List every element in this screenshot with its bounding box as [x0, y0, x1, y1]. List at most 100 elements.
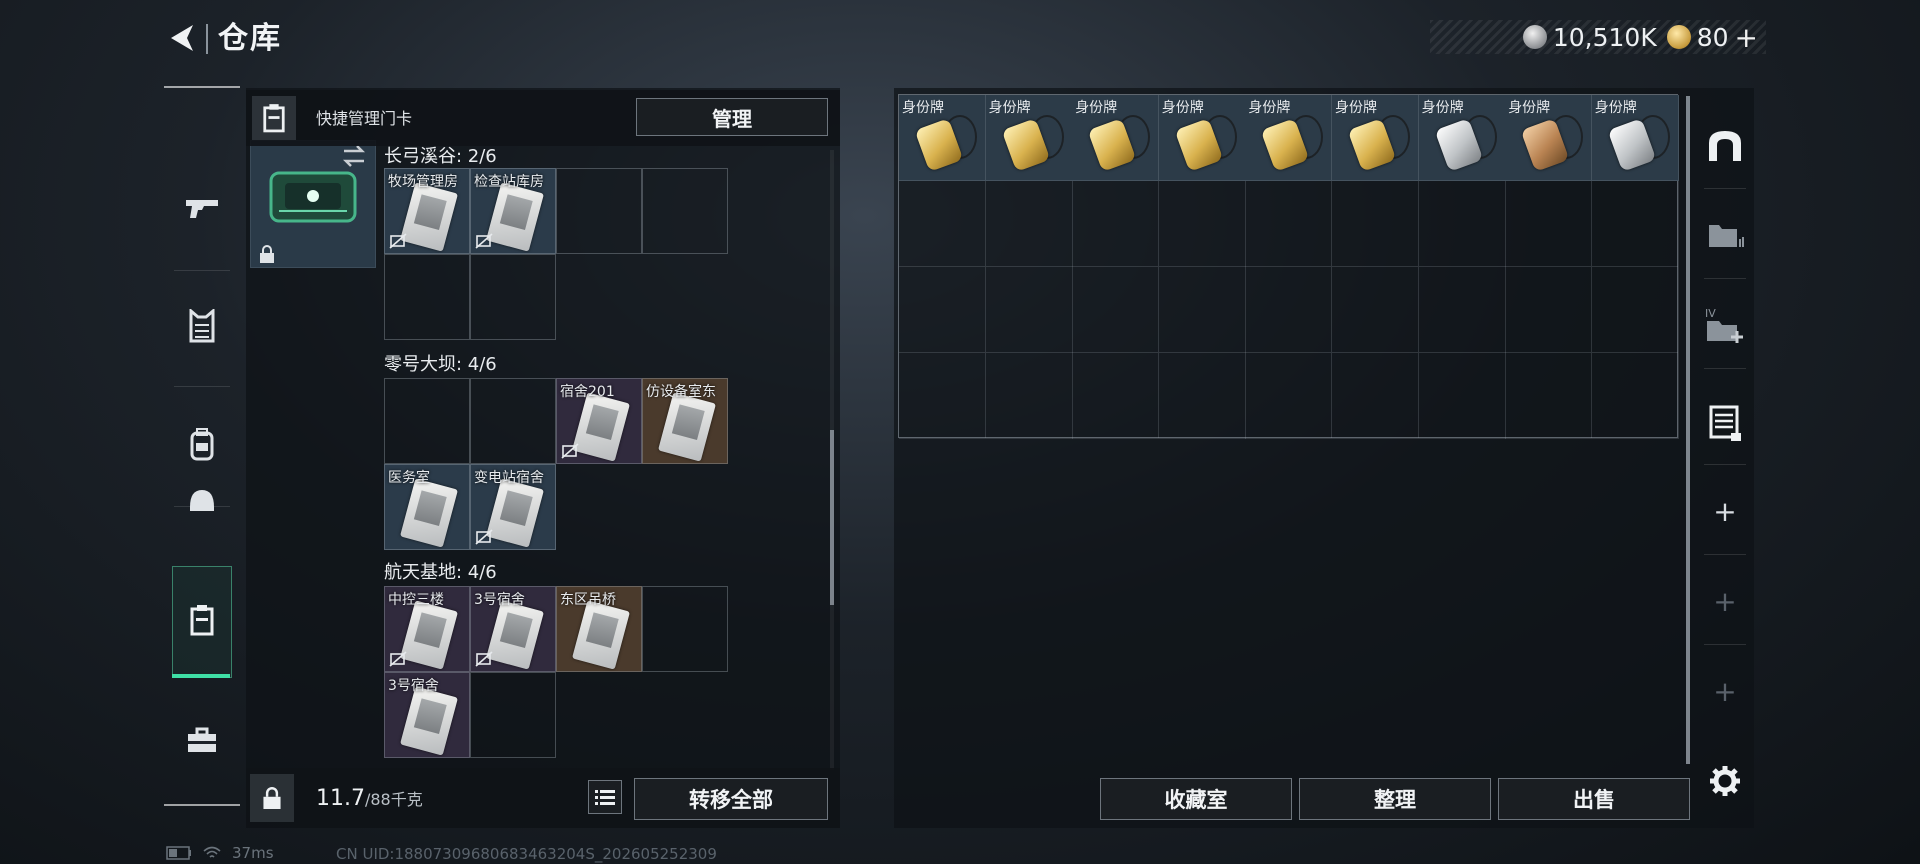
keycard-item[interactable]: 3号宿舍: [384, 672, 470, 758]
empty-slot[interactable]: [1072, 353, 1160, 439]
empty-slot[interactable]: [1245, 267, 1333, 353]
plus-icon: +: [1713, 674, 1737, 708]
keycard-item[interactable]: 3号宿舍: [470, 586, 556, 672]
keycard-icon: [190, 605, 214, 636]
empty-slot[interactable]: [1245, 181, 1333, 267]
rail-divider: [1704, 644, 1746, 645]
empty-slot[interactable]: [384, 378, 470, 464]
add-tab-button-locked[interactable]: +: [1696, 572, 1754, 630]
empty-slot[interactable]: [470, 378, 556, 464]
keycard-item[interactable]: 宿舍201: [556, 378, 642, 464]
rail-helmet[interactable]: [174, 472, 230, 528]
status-row: 37ms: [166, 844, 274, 862]
empty-slot[interactable]: [985, 353, 1073, 439]
quick-manage-icon-button[interactable]: [252, 96, 296, 140]
keycard-item[interactable]: 牧场管理房: [384, 168, 470, 254]
dogtag-item[interactable]: 身份牌: [1505, 95, 1593, 181]
empty-slot[interactable]: [1332, 181, 1419, 267]
sort-button[interactable]: 整理: [1299, 778, 1491, 820]
rail-toolbox[interactable]: [174, 712, 230, 768]
empty-slot[interactable]: [1245, 353, 1333, 439]
keycard-item[interactable]: 东区吊桥: [556, 586, 642, 672]
dogtag-item[interactable]: 身份牌: [1072, 95, 1160, 181]
add-currency-icon[interactable]: +: [1735, 21, 1758, 54]
empty-slot[interactable]: [899, 181, 986, 267]
dogtag-item[interactable]: 身份牌: [1332, 95, 1419, 181]
currency-secondary[interactable]: 80 +: [1666, 21, 1758, 54]
manage-button[interactable]: 管理: [636, 98, 828, 136]
dogtag-item[interactable]: 身份牌: [899, 95, 986, 181]
stash-tab-keycards[interactable]: [1696, 394, 1754, 452]
empty-slot[interactable]: [1591, 353, 1679, 439]
empty-slot[interactable]: [1505, 181, 1593, 267]
keycard-item[interactable]: 检查站库房: [470, 168, 556, 254]
dogtag-label: 身份牌: [988, 100, 1031, 116]
rail-divider: [1704, 464, 1746, 465]
empty-slot[interactable]: [1418, 267, 1506, 353]
add-tab-button-locked[interactable]: +: [1696, 662, 1754, 720]
settings-button[interactable]: [1696, 752, 1754, 810]
dogtag-item[interactable]: 身份牌: [1158, 95, 1246, 181]
empty-slot[interactable]: [1158, 181, 1246, 267]
back-button[interactable]: [162, 18, 202, 58]
empty-slot[interactable]: [1072, 267, 1160, 353]
transfer-all-button[interactable]: 转移全部: [634, 778, 828, 820]
left-scrollbar-thumb[interactable]: [830, 430, 834, 605]
keycard-item[interactable]: 中控三楼: [384, 586, 470, 672]
rail-backpack[interactable]: [174, 416, 230, 472]
keycard-label: 宿舍201: [560, 384, 615, 400]
dogtag-item[interactable]: 身份牌: [1418, 95, 1506, 181]
empty-slot[interactable]: [470, 672, 556, 758]
empty-slot[interactable]: [1505, 353, 1593, 439]
dogtag-item[interactable]: 身份牌: [985, 95, 1073, 181]
empty-slot[interactable]: [899, 267, 986, 353]
helmet-icon: [190, 490, 214, 511]
rail-keycards[interactable]: [174, 592, 230, 648]
empty-slot[interactable]: [1591, 181, 1679, 267]
stash-tab-main[interactable]: [1696, 116, 1754, 174]
back-arrow-icon: [171, 25, 193, 51]
empty-slot[interactable]: [1332, 353, 1419, 439]
keycard-image: [399, 182, 459, 252]
empty-slot[interactable]: [642, 168, 728, 254]
empty-slot[interactable]: [556, 168, 642, 254]
empty-slot[interactable]: [1418, 181, 1506, 267]
add-tab-button[interactable]: +: [1696, 482, 1754, 540]
dogtag-label: 身份牌: [1335, 100, 1377, 116]
stash-tab-expand[interactable]: IV: [1696, 296, 1754, 354]
rail-armor[interactable]: [174, 298, 230, 354]
rail-top-divider: [164, 86, 240, 88]
keycard-item[interactable]: 仿设备室东: [642, 378, 728, 464]
keycard-image: [571, 600, 631, 670]
empty-slot[interactable]: [899, 353, 986, 439]
keycard-item[interactable]: 变电站宿舍: [470, 464, 556, 550]
empty-slot[interactable]: [642, 586, 728, 672]
swap-icon[interactable]: [340, 144, 368, 168]
carry-weight: 11.7/88千克: [316, 786, 423, 811]
keycard-item[interactable]: 医务室: [384, 464, 470, 550]
empty-slot[interactable]: [384, 254, 470, 340]
toolbox-icon: [188, 727, 216, 752]
add-box-icon: IV: [1705, 307, 1743, 343]
empty-slot[interactable]: [985, 267, 1073, 353]
section-title: 零号大坝: 4/6: [384, 354, 497, 375]
dogtag-item[interactable]: 身份牌: [1591, 95, 1679, 181]
sell-button[interactable]: 出售: [1498, 778, 1690, 820]
empty-slot[interactable]: [1158, 353, 1246, 439]
empty-slot[interactable]: [1418, 353, 1506, 439]
empty-slot[interactable]: [1591, 267, 1679, 353]
battery-icon: [166, 846, 191, 860]
weight-lock-button[interactable]: [250, 774, 294, 822]
stash-scrollbar[interactable]: [1686, 96, 1690, 764]
empty-slot[interactable]: [470, 254, 556, 340]
empty-slot[interactable]: [985, 181, 1073, 267]
stash-tab-folders[interactable]: [1696, 206, 1754, 264]
dogtag-item[interactable]: 身份牌: [1245, 95, 1333, 181]
collection-room-button[interactable]: 收藏室: [1100, 778, 1292, 820]
empty-slot[interactable]: [1158, 267, 1246, 353]
empty-slot[interactable]: [1332, 267, 1419, 353]
empty-slot[interactable]: [1505, 267, 1593, 353]
rail-weapons[interactable]: [174, 180, 230, 236]
empty-slot[interactable]: [1072, 181, 1160, 267]
list-view-button[interactable]: [588, 780, 622, 814]
